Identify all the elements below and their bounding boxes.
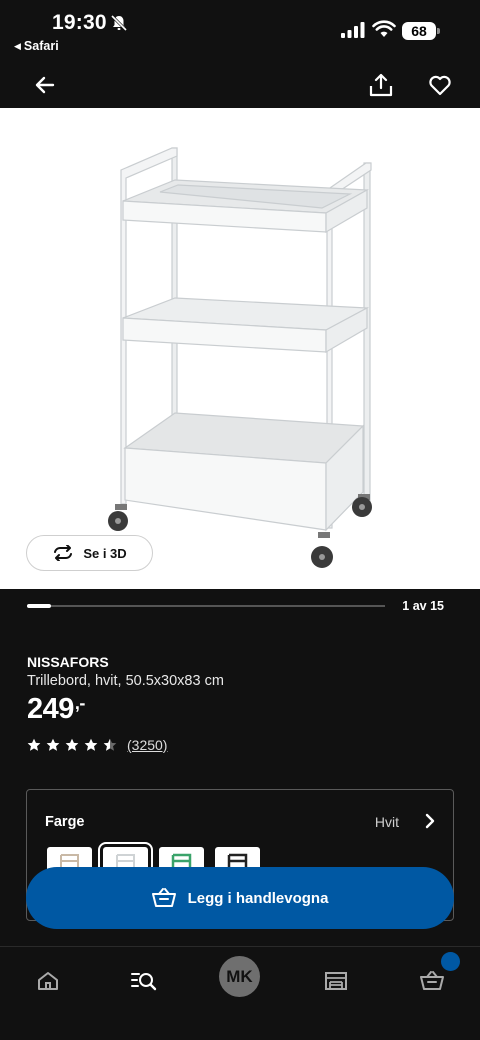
star-icon [65, 738, 79, 751]
add-to-cart-button[interactable]: Legg i handlevogna [26, 867, 454, 929]
shopping-basket-icon [151, 888, 176, 907]
share-icon [369, 73, 393, 97]
back-button[interactable] [30, 70, 60, 100]
nav-home[interactable] [28, 961, 68, 1001]
battery-cap [437, 28, 440, 34]
star-icon [84, 738, 98, 751]
store-icon [325, 972, 347, 990]
progress-fill [27, 604, 51, 608]
product-rating[interactable]: (3250) [27, 737, 167, 753]
progress-track [27, 604, 385, 608]
review-count-link[interactable]: (3250) [127, 737, 167, 753]
arrow-left-icon [35, 76, 55, 94]
rating-stars [27, 738, 122, 752]
search-list-icon [131, 973, 157, 991]
bottom-navigation: MK [0, 946, 480, 1040]
app-header [0, 62, 480, 108]
home-icon [38, 972, 58, 990]
gallery-progress: 1 av 15 [0, 589, 480, 623]
chevron-right-icon[interactable] [423, 812, 437, 830]
add-to-cart-label: Legg i handlevogna [187, 889, 329, 907]
product-price: 249,- [27, 693, 85, 726]
star-icon [27, 738, 41, 751]
product-image-gallery[interactable]: Se i 3D [0, 108, 480, 589]
product-name: NISSAFORS [27, 654, 109, 670]
rotate-3d-icon [54, 545, 73, 561]
star-icon [103, 738, 117, 751]
nav-stores[interactable] [316, 961, 356, 1001]
bell-muted-icon [110, 14, 128, 32]
favorite-button[interactable] [425, 70, 455, 100]
view-3d-label: Se i 3D [83, 545, 127, 561]
price-value: 249 [27, 693, 74, 725]
view-in-3d-button[interactable]: Se i 3D [26, 535, 153, 571]
nav-profile-avatar[interactable]: MK [219, 956, 260, 997]
price-suffix: ,- [74, 693, 86, 713]
nav-search[interactable] [124, 961, 164, 1001]
battery-indicator: 68 [402, 22, 436, 40]
back-to-app-link[interactable]: ◀ Safari [14, 39, 59, 53]
cellular-signal-icon [341, 22, 365, 38]
selected-color-value: Hvit [374, 814, 399, 830]
star-icon [46, 738, 60, 751]
color-label: Farge [45, 814, 85, 830]
back-app-label: Safari [23, 39, 59, 53]
share-button[interactable] [366, 70, 396, 100]
status-time: 19:30 [52, 11, 107, 34]
product-trolley-image [108, 147, 372, 568]
gallery-position-text: 1 av 15 [402, 599, 444, 613]
wifi-icon [372, 20, 396, 37]
product-description: Trillebord, hvit, 50.5x30x83 cm [27, 673, 224, 689]
basket-icon [420, 971, 444, 990]
basket-badge [441, 952, 460, 971]
status-bar: 19:30 ◀ Safari 68 [0, 0, 480, 62]
heart-icon [429, 75, 451, 96]
